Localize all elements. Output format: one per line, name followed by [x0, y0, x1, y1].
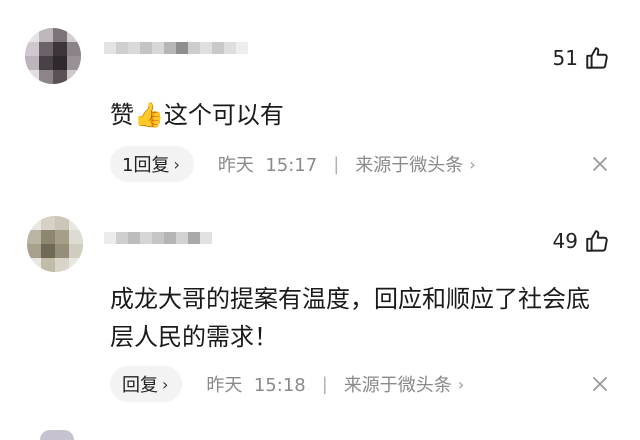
avatar[interactable]	[27, 216, 83, 272]
reply-label: 1回复	[122, 155, 170, 176]
comment-meta: 回复 › 昨天 15:18 | 来源于微头条 ›	[110, 365, 610, 403]
timestamp: 昨天 15:17	[218, 151, 317, 177]
thumbs-up-icon	[584, 45, 610, 71]
timestamp: 昨天 15:18	[206, 371, 305, 397]
source-label: 来源于微头条	[343, 375, 452, 396]
source-label: 来源于微头条	[355, 155, 464, 176]
timestamp-clock: 15:17	[265, 155, 318, 176]
reply-button[interactable]: 1回复 ›	[110, 146, 194, 182]
thumbs-up-icon	[584, 228, 610, 254]
chevron-right-icon: ›	[457, 374, 465, 394]
source-link[interactable]: 来源于微头条 ›	[355, 151, 475, 177]
reply-label: 回复	[122, 375, 158, 396]
like-button[interactable]: 51	[553, 42, 610, 74]
comment-meta: 1回复 › 昨天 15:17 | 来源于微头条 ›	[110, 145, 610, 183]
like-count: 49	[552, 229, 578, 253]
next-comment-avatar	[40, 430, 74, 440]
comment-item: 51 赞👍这个可以有 1回复 › 昨天 15:17 | 来源于微头条 ›	[0, 0, 640, 200]
username-blurred[interactable]	[104, 38, 254, 60]
chevron-right-icon: ›	[162, 374, 169, 394]
avatar[interactable]	[25, 28, 81, 84]
timestamp-clock: 15:18	[253, 375, 306, 396]
username-blurred[interactable]	[104, 228, 254, 250]
comment-text: 成龙大哥的提案有温度，回应和顺应了社会底层人民的需求！	[110, 285, 590, 351]
chevron-right-icon: ›	[469, 154, 476, 174]
close-icon[interactable]	[590, 374, 610, 394]
meta-separator: |	[333, 153, 340, 175]
close-icon[interactable]	[590, 154, 610, 174]
like-button[interactable]: 49	[553, 225, 610, 257]
comment-text: 赞👍这个可以有	[110, 101, 284, 129]
source-link[interactable]: 来源于微头条 ›	[344, 371, 464, 397]
meta-separator: |	[321, 373, 328, 395]
timestamp-day: 昨天	[206, 375, 243, 396]
reply-button[interactable]: 回复 ›	[110, 366, 183, 402]
timestamp-day: 昨天	[217, 155, 254, 176]
comment-item: 49 成龙大哥的提案有温度，回应和顺应了社会底层人民的需求！ 回复 › 昨天 1…	[0, 200, 640, 432]
like-count: 51	[552, 46, 578, 70]
chevron-right-icon: ›	[173, 154, 180, 174]
